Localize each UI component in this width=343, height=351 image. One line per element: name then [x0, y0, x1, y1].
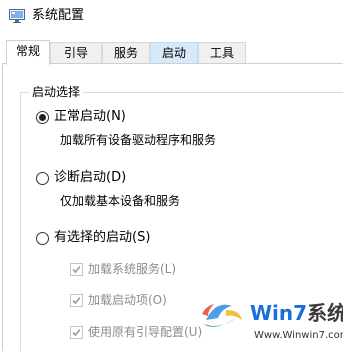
use-original-boot-config-label: 使用原有引导配置(U)	[88, 325, 203, 339]
watermark-brand-prefix: Win7	[250, 301, 308, 325]
watermark-url: Www.Winwin7.com	[254, 330, 343, 341]
normal-startup-radio[interactable]: 正常启动(N)	[36, 108, 126, 126]
diagnostic-startup-radio-indicator[interactable]	[36, 171, 49, 185]
system-config-window: 系统配置 常规 引导 服务 启动 工具 启动选择 正常启动(N) 加载所有设备驱…	[0, 0, 343, 351]
startup-selection-label: 启动选择	[29, 84, 84, 100]
tab-services[interactable]: 服务	[102, 42, 150, 64]
checkmark-icon	[72, 328, 81, 336]
load-startup-items-checkbox[interactable]: 加载启动项(O)	[70, 292, 167, 308]
normal-startup-label: 正常启动(N)	[54, 109, 126, 124]
tab-boot-label: 引导	[63, 46, 88, 60]
tab-tools[interactable]: 工具	[198, 42, 246, 64]
selective-startup-label: 有选择的启动(S)	[54, 230, 151, 245]
load-startup-items-label: 加载启动项(O)	[88, 293, 167, 307]
load-system-services-checkbox-box[interactable]	[70, 262, 83, 276]
use-original-boot-config-checkbox-box[interactable]	[70, 325, 83, 339]
tab-services-label: 服务	[113, 46, 138, 60]
tab-general[interactable]: 常规	[6, 40, 50, 65]
title-bar[interactable]: 系统配置	[0, 0, 343, 34]
selective-startup-radio[interactable]: 有选择的启动(S)	[36, 229, 150, 247]
use-original-boot-config-checkbox[interactable]: 使用原有引导配置(U)	[70, 324, 202, 340]
tab-tools-label: 工具	[209, 46, 234, 60]
load-system-services-checkbox[interactable]: 加载系统服务(L)	[70, 261, 176, 277]
normal-startup-radio-indicator[interactable]	[36, 110, 49, 124]
load-startup-items-checkbox-box[interactable]	[70, 293, 83, 307]
tab-startup-label: 启动	[161, 46, 186, 60]
diagnostic-startup-description: 仅加载基本设备和服务	[60, 194, 181, 208]
system-config-app-icon	[9, 9, 25, 23]
normal-startup-description: 加载所有设备驱动程序和服务	[60, 133, 217, 147]
win7-logo-icon	[202, 304, 242, 327]
checkmark-icon	[72, 296, 81, 304]
checkmark-icon	[72, 265, 81, 273]
selective-startup-radio-indicator[interactable]	[36, 231, 49, 245]
tab-startup[interactable]: 启动	[150, 42, 198, 64]
diagnostic-startup-label: 诊断启动(D)	[54, 170, 127, 185]
watermark-brand: Win7系统之家	[250, 301, 343, 325]
tab-general-label: 常规	[15, 44, 40, 58]
watermark-brand-suffix: 系统之家	[307, 301, 343, 325]
tab-boot[interactable]: 引导	[50, 42, 102, 64]
tab-strip: 常规 引导 服务 启动 工具	[0, 40, 343, 65]
load-system-services-label: 加载系统服务(L)	[88, 262, 177, 276]
window-title: 系统配置	[32, 8, 85, 23]
diagnostic-startup-radio[interactable]: 诊断启动(D)	[36, 169, 126, 187]
